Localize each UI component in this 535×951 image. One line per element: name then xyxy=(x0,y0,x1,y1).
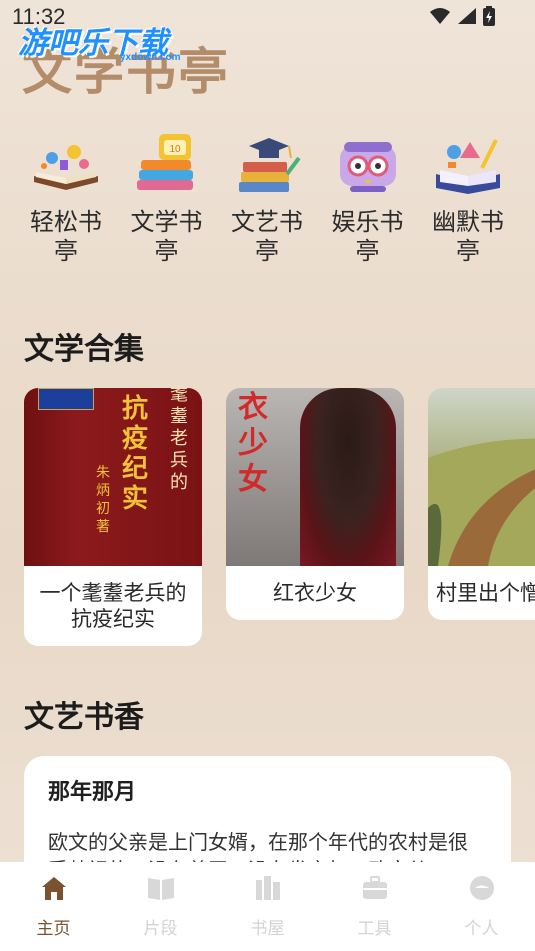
book-carousel[interactable]: 抗疫纪实 耄耋老兵的 朱炳初 著 一个耄耋老兵的抗疫纪实 衣少女 红衣少女 村里… xyxy=(24,388,535,648)
battery-icon xyxy=(483,6,495,26)
open-book-tools-icon xyxy=(430,128,506,204)
section-title-arts: 文艺书香 xyxy=(24,700,144,735)
bottom-nav: 主页 片段 书屋 工具 个人 xyxy=(0,862,535,951)
book-title: 红衣少女 xyxy=(273,581,357,605)
category-label: 幽默书亭 xyxy=(432,208,504,265)
category-arts[interactable]: 文艺书亭 xyxy=(223,128,311,266)
nav-bookshelf[interactable]: 书屋 xyxy=(228,872,308,939)
bookshelf-icon xyxy=(253,872,283,904)
cover-title: 衣少女 xyxy=(238,390,268,497)
category-label: 轻松书亭 xyxy=(30,208,102,265)
cover-landscape xyxy=(428,438,535,566)
book-cover: 衣少女 xyxy=(226,388,404,566)
category-literature[interactable]: 10 文学书亭 xyxy=(123,128,211,266)
category-label: 文学书亭 xyxy=(130,208,203,265)
nav-label: 片段 xyxy=(143,919,178,939)
book-cover: 抗疫纪实 耄耋老兵的 朱炳初 著 xyxy=(24,388,202,566)
category-label: 文艺书亭 xyxy=(231,208,303,265)
book-title: 村里出个憎 xyxy=(436,581,535,605)
category-entertainment[interactable]: 娱乐书亭 xyxy=(324,128,412,266)
signal-icon xyxy=(458,8,476,24)
nav-label: 工具 xyxy=(357,919,392,939)
book-card[interactable]: 村里出个憎 xyxy=(428,388,535,620)
person-icon xyxy=(467,872,497,904)
book-card[interactable]: 抗疫纪实 耄耋老兵的 朱炳初 著 一个耄耋老兵的抗疫纪实 xyxy=(24,388,202,646)
nav-label: 主页 xyxy=(36,919,71,939)
cover-title: 抗疫纪实 xyxy=(122,394,149,514)
robot-glasses-icon xyxy=(330,128,406,204)
graduation-books-icon xyxy=(229,128,305,204)
article-title: 那年那月 xyxy=(48,780,137,805)
category-row: 轻松书亭 10 文学书亭 文艺书亭 娱乐书亭 幽默书亭 xyxy=(22,128,512,266)
category-label: 娱乐书亭 xyxy=(331,208,404,265)
status-icons xyxy=(429,6,495,26)
category-relaxed[interactable]: 轻松书亭 xyxy=(22,128,110,266)
cover-author: 朱炳初 著 xyxy=(96,465,110,535)
section-title-literature: 文学合集 xyxy=(24,332,144,367)
watermark-url: yxdown.com xyxy=(120,52,181,63)
book-toys-icon xyxy=(28,128,104,204)
book-open-icon xyxy=(146,872,176,904)
category-humor[interactable]: 幽默书亭 xyxy=(424,128,512,266)
nav-label: 个人 xyxy=(464,919,499,939)
nav-excerpts[interactable]: 片段 xyxy=(121,872,201,939)
nav-tools[interactable]: 工具 xyxy=(335,872,415,939)
svg-text:10: 10 xyxy=(169,144,181,155)
book-card[interactable]: 衣少女 红衣少女 xyxy=(226,388,404,620)
nav-profile[interactable]: 个人 xyxy=(442,872,522,939)
cover-label xyxy=(38,388,94,410)
toolbox-icon xyxy=(360,872,390,904)
book-stack-calendar-icon: 10 xyxy=(129,128,205,204)
cover-subtitle: 耄耋老兵的 xyxy=(170,388,188,493)
nav-home[interactable]: 主页 xyxy=(14,872,94,939)
wifi-icon xyxy=(430,8,450,24)
home-icon xyxy=(39,872,69,904)
cover-figure xyxy=(300,388,396,566)
book-cover xyxy=(428,388,535,566)
book-title: 一个耄耋老兵的抗疫纪实 xyxy=(39,581,187,631)
nav-label: 书屋 xyxy=(250,919,285,939)
